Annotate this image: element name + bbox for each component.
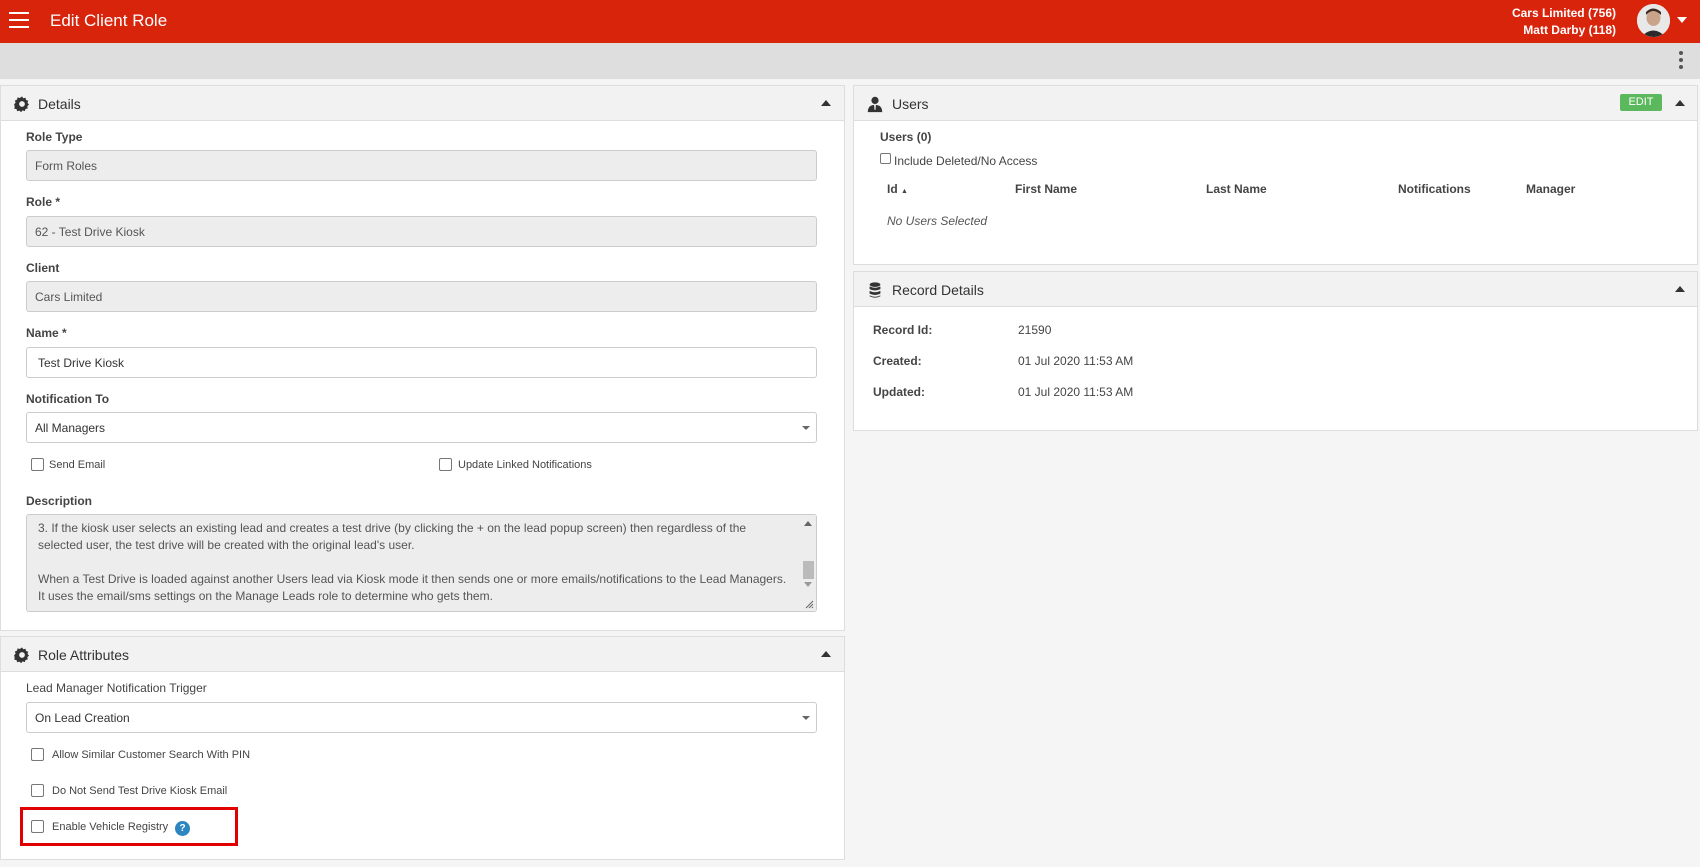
collapse-icon[interactable] xyxy=(1675,286,1685,292)
send-email-label: Send Email xyxy=(49,459,106,471)
name-input[interactable]: Test Drive Kiosk xyxy=(26,347,817,378)
resize-grip-icon[interactable] xyxy=(804,599,814,609)
lead-manager-trigger-select[interactable]: On Lead Creation xyxy=(26,702,817,733)
updated-label: Updated: xyxy=(873,385,925,399)
user-avatar[interactable] xyxy=(1637,4,1670,37)
description-text: 3. If the kiosk user selects an existing… xyxy=(38,520,788,605)
users-count-label: Users (0) xyxy=(880,130,932,144)
page-title: Edit Client Role xyxy=(50,11,168,30)
sort-asc-icon: ▲ xyxy=(901,188,908,195)
collapse-icon[interactable] xyxy=(821,651,831,657)
description-label: Description xyxy=(26,494,93,508)
role-attributes-title: Role Attributes xyxy=(38,647,130,663)
menu-icon[interactable] xyxy=(9,12,29,28)
column-header-notifications[interactable]: Notifications xyxy=(1398,182,1471,196)
lead-manager-trigger-label: Lead Manager Notification Trigger xyxy=(26,681,207,695)
column-header-manager[interactable]: Manager xyxy=(1526,182,1575,196)
include-deleted-checkbox[interactable] xyxy=(880,153,891,164)
user-tie-icon xyxy=(867,96,883,113)
role-value: 62 - Test Drive Kiosk xyxy=(35,225,145,239)
update-linked-notifications-label: Update Linked Notifications xyxy=(458,459,592,471)
record-details-panel: Record Details xyxy=(853,271,1698,431)
record-details-title: Record Details xyxy=(892,282,984,298)
top-bar: Edit Client Role Cars Limited (756) Matt… xyxy=(0,0,1700,43)
send-email-checkbox[interactable] xyxy=(31,458,44,471)
role-attributes-header[interactable]: Role Attributes xyxy=(1,637,844,672)
created-label: Created: xyxy=(873,354,922,368)
name-label: Name * xyxy=(26,326,67,340)
scroll-up-icon[interactable] xyxy=(804,521,812,526)
role-type-field: Form Roles xyxy=(26,150,817,181)
notification-to-label: Notification To xyxy=(26,392,110,406)
users-title: Users xyxy=(892,96,929,112)
update-linked-notifications-checkbox[interactable] xyxy=(439,458,452,471)
created-value: 01 Jul 2020 11:53 AM xyxy=(1018,354,1134,368)
gear-icon xyxy=(14,647,30,664)
column-header-id[interactable]: Id ▲ xyxy=(887,182,908,196)
account-info[interactable]: Cars Limited (756) Matt Darby (118) xyxy=(1512,5,1616,39)
notification-to-select[interactable]: All Managers xyxy=(26,412,817,443)
client-field: Cars Limited xyxy=(26,281,817,312)
record-id-value: 21590 xyxy=(1018,323,1052,337)
include-deleted-label: Include Deleted/No Access xyxy=(894,154,1038,168)
gear-icon xyxy=(14,96,30,113)
client-name: Cars Limited (756) xyxy=(1511,6,1616,20)
lead-manager-trigger-value: On Lead Creation xyxy=(35,711,130,725)
description-scrollbar[interactable] xyxy=(800,515,816,611)
record-details-header[interactable]: Record Details xyxy=(854,272,1697,307)
client-label: Client xyxy=(26,261,60,275)
description-paragraph: 3. If the kiosk user selects an existing… xyxy=(38,521,747,552)
column-header-label: Id xyxy=(887,182,898,196)
more-vertical-icon[interactable] xyxy=(1678,51,1684,73)
description-paragraph: When a Test Drive is loaded against anot… xyxy=(38,572,787,603)
chevron-down-icon xyxy=(802,716,810,720)
scroll-down-icon[interactable] xyxy=(804,582,812,587)
description-textarea[interactable]: 3. If the kiosk user selects an existing… xyxy=(26,514,817,612)
collapse-icon[interactable] xyxy=(821,100,831,106)
details-panel-header[interactable]: Details xyxy=(1,86,844,121)
role-label: Role * xyxy=(26,195,61,209)
do-not-send-kiosk-email-label: Do Not Send Test Drive Kiosk Email xyxy=(52,785,228,797)
details-title: Details xyxy=(38,96,81,112)
notification-to-value: All Managers xyxy=(35,421,106,435)
allow-similar-customer-search-label: Allow Similar Customer Search With PIN xyxy=(52,749,251,761)
edit-users-button[interactable]: EDIT xyxy=(1620,94,1662,111)
toolbar xyxy=(0,43,1700,79)
column-header-last-name[interactable]: Last Name xyxy=(1206,182,1267,196)
name-value: Test Drive Kiosk xyxy=(38,356,125,370)
highlight-box xyxy=(20,807,238,846)
role-field: 62 - Test Drive Kiosk xyxy=(26,216,817,247)
scroll-thumb[interactable] xyxy=(803,561,814,579)
chevron-down-icon xyxy=(802,426,810,430)
users-panel-header[interactable]: Users xyxy=(854,86,1697,121)
role-type-label: Role Type xyxy=(26,130,83,144)
record-id-label: Record Id: xyxy=(873,323,933,337)
allow-similar-customer-search-checkbox[interactable] xyxy=(31,748,44,761)
database-icon xyxy=(869,282,881,298)
users-panel: Users xyxy=(853,85,1698,265)
empty-users-text: No Users Selected xyxy=(887,214,988,228)
column-header-first-name[interactable]: First Name xyxy=(1015,182,1077,196)
updated-value: 01 Jul 2020 11:53 AM xyxy=(1018,385,1134,399)
collapse-icon[interactable] xyxy=(1675,100,1685,106)
role-type-value: Form Roles xyxy=(35,159,98,173)
do-not-send-kiosk-email-checkbox[interactable] xyxy=(31,784,44,797)
client-value: Cars Limited xyxy=(35,290,103,304)
account-dropdown-caret-icon[interactable] xyxy=(1677,17,1687,23)
user-name: Matt Darby (118) xyxy=(1523,23,1616,37)
